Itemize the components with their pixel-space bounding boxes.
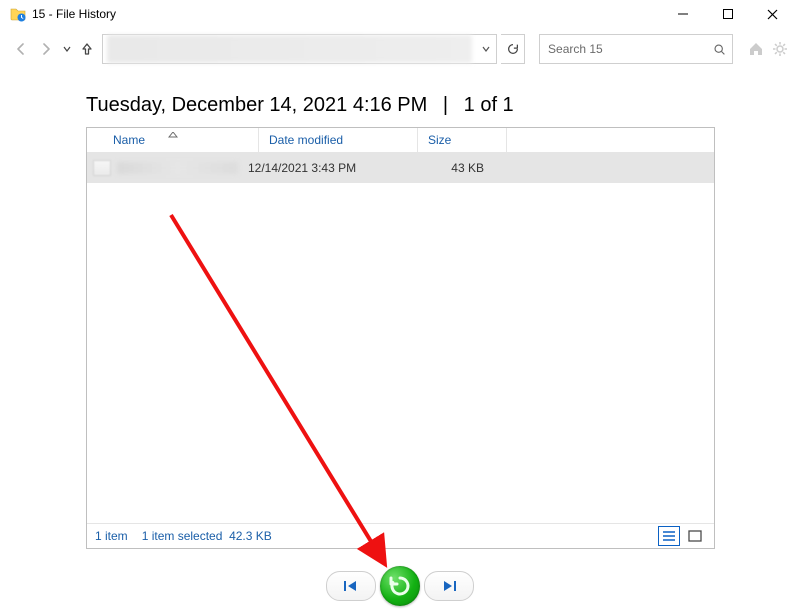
title-bar: 15 - File History: [0, 0, 799, 28]
forward-button[interactable]: [35, 37, 56, 61]
previous-version-button[interactable]: [326, 571, 376, 601]
address-path: [107, 35, 472, 63]
file-icon: [93, 160, 111, 176]
restore-controls: [0, 566, 799, 606]
maximize-button[interactable]: [705, 0, 750, 28]
file-rows: 12/14/2021 3:43 PM 43 KB: [87, 153, 714, 523]
column-date-modified[interactable]: Date modified: [259, 128, 418, 152]
status-bar: 1 item 1 item selected 42.3 KB: [87, 523, 714, 548]
status-item-count: 1 item: [95, 529, 128, 543]
sort-ascending-icon: [168, 127, 178, 141]
address-dropdown-button[interactable]: [476, 35, 496, 63]
address-bar[interactable]: [102, 34, 497, 64]
file-row[interactable]: 12/14/2021 3:43 PM 43 KB: [87, 153, 714, 183]
column-headers: Name Date modified Size: [87, 128, 714, 153]
file-size-cell: 43 KB: [396, 161, 496, 175]
snapshot-heading: Tuesday, December 14, 2021 4:16 PM | 1 o…: [0, 70, 799, 127]
file-name: [117, 162, 238, 174]
up-button[interactable]: [77, 37, 98, 61]
column-filler: [507, 128, 714, 152]
minimize-button[interactable]: [660, 0, 705, 28]
column-name-label: Name: [113, 133, 145, 147]
window-controls: [660, 0, 795, 28]
file-date-cell: 12/14/2021 3:43 PM: [238, 161, 396, 175]
view-thumbnails-button[interactable]: [684, 526, 706, 546]
view-details-button[interactable]: [658, 526, 680, 546]
column-name[interactable]: Name: [87, 128, 259, 152]
file-name-cell: [87, 160, 238, 176]
column-date-label: Date modified: [269, 133, 343, 147]
restore-button[interactable]: [380, 566, 420, 606]
next-version-button[interactable]: [424, 571, 474, 601]
column-size[interactable]: Size: [418, 128, 507, 152]
back-button[interactable]: [10, 37, 31, 61]
window-title: 15 - File History: [32, 7, 116, 21]
status-selection: 1 item selected 42.3 KB: [142, 529, 272, 543]
file-history-app-icon: [10, 6, 26, 22]
search-icon: [706, 43, 732, 56]
close-button[interactable]: [750, 0, 795, 28]
search-input[interactable]: Search 15: [539, 34, 733, 64]
snapshot-timestamp: Tuesday, December 14, 2021 4:16 PM: [86, 94, 427, 116]
recent-locations-button[interactable]: [60, 42, 72, 56]
navigation-toolbar: Search 15: [0, 28, 799, 70]
snapshot-index: 1 of 1: [464, 94, 514, 116]
file-list-pane: Name Date modified Size 12/14/2021 3:43 …: [86, 127, 715, 549]
home-icon[interactable]: [747, 40, 765, 58]
gear-icon[interactable]: [771, 40, 789, 58]
toolbar-options: [747, 40, 789, 58]
heading-separator: |: [443, 94, 448, 117]
search-placeholder: Search 15: [540, 42, 706, 56]
refresh-button[interactable]: [501, 34, 525, 64]
column-size-label: Size: [428, 133, 451, 147]
